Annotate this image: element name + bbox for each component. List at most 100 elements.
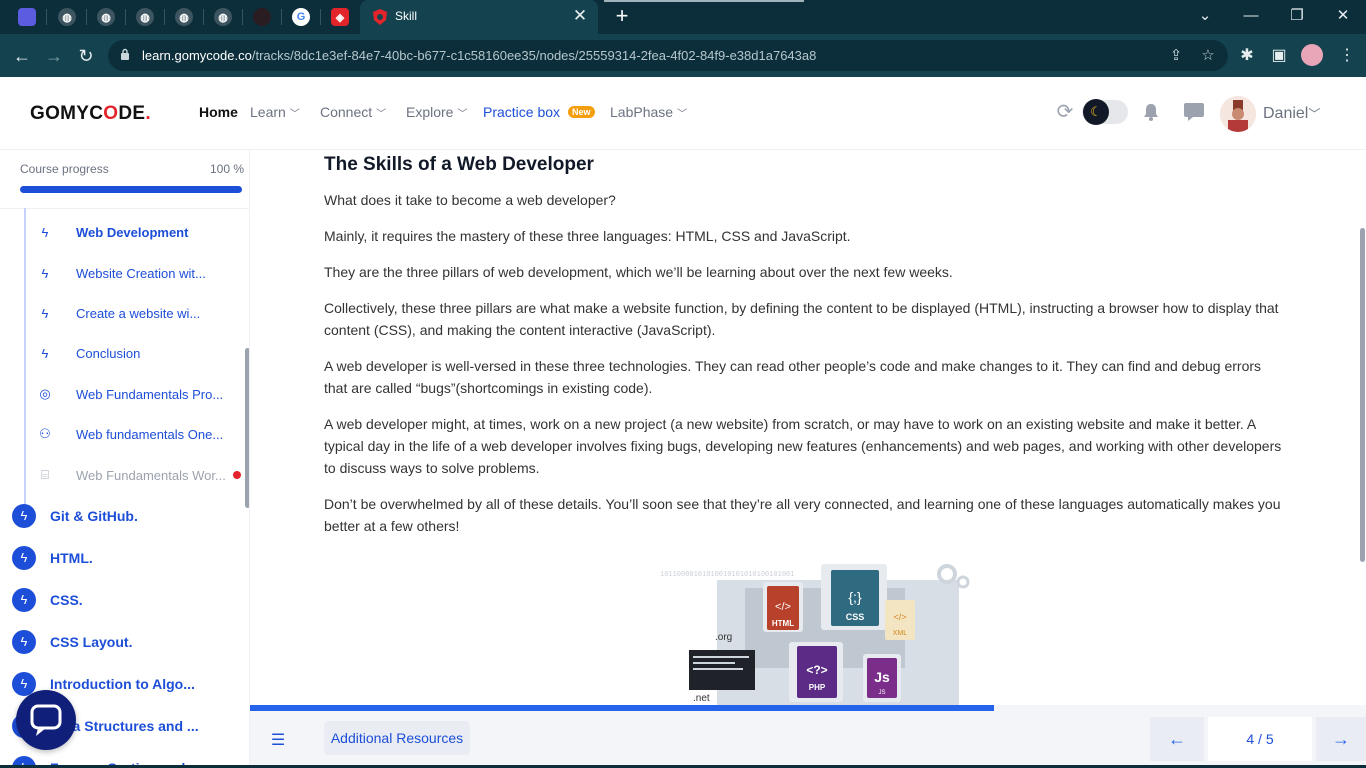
chevron-down-icon: ﹀: [1308, 107, 1321, 121]
active-tab[interactable]: Skill ✕: [360, 0, 598, 34]
share-icon[interactable]: ⇪: [1166, 46, 1186, 66]
tab-favicon-globe[interactable]: ◍: [214, 8, 232, 26]
sidebar-item-web-development[interactable]: ϟ Web Development: [36, 222, 241, 242]
nav-explore[interactable]: Explore ﹀: [406, 104, 467, 120]
chat-bubble-icon: [30, 704, 62, 736]
module-css-layout[interactable]: ϟ CSS Layout.: [12, 629, 242, 655]
svg-text:101100001010100101010101001010: 10110000101010010101010100101001: [660, 571, 794, 579]
tab-favicon-globe[interactable]: ◍: [136, 8, 154, 26]
tab-favicon-globe[interactable]: ◍: [97, 8, 115, 26]
chrome-menu-icon[interactable]: ⋮: [1336, 45, 1358, 67]
bolt-icon: ϟ: [12, 630, 36, 654]
minimize-button[interactable]: —: [1238, 5, 1264, 27]
nav-home[interactable]: Home: [199, 104, 238, 120]
reload-icon[interactable]: ↻: [73, 43, 99, 69]
paragraph: They are the three pillars of web develo…: [324, 264, 953, 280]
user-avatar[interactable]: [1220, 96, 1256, 132]
tab-strip: ◍ ◍ ◍ ◍ ◍ G ◈ Skill ✕ + ⌄ — ❐ ✕: [0, 0, 1366, 34]
target-icon: ◎: [39, 386, 51, 401]
svg-text:Js: Js: [874, 669, 890, 685]
svg-text:HTML: HTML: [772, 619, 794, 628]
previous-page-button[interactable]: ←: [1150, 717, 1204, 761]
svg-text:{;}: {;}: [848, 589, 862, 605]
course-sidebar: Course progress 100 % ϟ Web Development …: [0, 150, 250, 768]
paragraph: What does it take to become a web develo…: [324, 192, 616, 208]
web-languages-illustration: 10110000101010010101010100101001 </> HTM…: [660, 564, 970, 705]
tab-favicon-app[interactable]: [18, 8, 36, 26]
lock-icon: [121, 48, 129, 60]
bolt-icon: ϟ: [12, 504, 36, 528]
tab-favicon-dark[interactable]: [253, 8, 271, 26]
extensions-puzzle-icon[interactable]: ✱: [1236, 45, 1258, 67]
paragraph: A web developer is well-versed in these …: [324, 358, 1262, 396]
bookmark-star-icon[interactable]: ☆: [1198, 46, 1218, 66]
svg-text:<?>: <?>: [806, 663, 827, 677]
tab-strip-highlight: [604, 0, 804, 2]
browser-window: ◍ ◍ ◍ ◍ ◍ G ◈ Skill ✕ + ⌄ — ❐ ✕ ← → ↻ le…: [0, 0, 1366, 768]
sidebar-item-web-fundamentals-project[interactable]: ◎ Web Fundamentals Pro...: [36, 384, 241, 404]
bolt-icon: ϟ: [41, 224, 49, 240]
tab-favicon-globe[interactable]: ◍: [58, 8, 76, 26]
notification-bell-icon[interactable]: [1138, 99, 1164, 125]
tab-separator: [164, 9, 165, 25]
page-indicator: 4 / 5: [1208, 717, 1312, 761]
module-git-github[interactable]: ϟ Git & GitHub.: [12, 503, 242, 529]
moon-icon: ☾: [1083, 99, 1109, 125]
back-icon[interactable]: ←: [9, 43, 35, 69]
divider: [0, 208, 249, 209]
nav-learn[interactable]: Learn ﹀: [250, 104, 300, 120]
new-badge: New: [568, 106, 595, 118]
sidebar-item-create-website[interactable]: ϟ Create a website wi...: [36, 303, 241, 323]
content-scrollbar[interactable]: [1360, 228, 1365, 562]
tab-favicon-google[interactable]: G: [292, 8, 310, 26]
messages-icon[interactable]: [1181, 99, 1207, 125]
lesson-content: The Skills of a Web Developer What does …: [250, 150, 1366, 705]
tab-favicon-globe[interactable]: ◍: [175, 8, 193, 26]
people-icon: ⚇: [39, 426, 51, 441]
tab-separator: [86, 9, 87, 25]
sidebar-item-web-fundamentals-workshop[interactable]: ⌸ Web Fundamentals Wor...: [36, 465, 241, 485]
bolt-icon: ϟ: [12, 546, 36, 570]
lesson-footer: ☰ Additional Resources ← 4 / 5 →: [250, 705, 1366, 768]
module-html[interactable]: ϟ HTML.: [12, 545, 242, 571]
next-page-button[interactable]: →: [1316, 717, 1366, 761]
tab-separator: [242, 9, 243, 25]
chat-support-button[interactable]: [16, 690, 76, 750]
user-menu[interactable]: Daniel﹀: [1263, 105, 1320, 123]
gomycode-logo[interactable]: GOMYCODE.: [30, 103, 151, 125]
side-panel-icon[interactable]: ▣: [1268, 45, 1290, 67]
lesson-progress-bar: [250, 705, 995, 711]
tab-favicon-gomycode[interactable]: ◈: [331, 8, 349, 26]
additional-resources-button[interactable]: Additional Resources: [324, 721, 470, 755]
tab-separator: [125, 9, 126, 25]
address-bar[interactable]: learn.gomycode.co/tracks/8dc1e3ef-84e7-4…: [108, 40, 1228, 71]
chevron-down-icon: ﹀: [376, 108, 387, 120]
chevron-down-icon: ﹀: [289, 108, 300, 120]
browser-toolbar: ← → ↻ learn.gomycode.co/tracks/8dc1e3ef-…: [0, 34, 1366, 77]
forward-icon[interactable]: →: [41, 43, 67, 69]
nav-practice-box[interactable]: Practice box New: [483, 104, 595, 120]
nav-labphase[interactable]: LabPhase ﹀: [610, 104, 687, 120]
sidebar-item-website-creation[interactable]: ϟ Website Creation wit...: [36, 263, 241, 283]
svg-text:PHP: PHP: [809, 683, 826, 692]
restore-button[interactable]: ❐: [1284, 5, 1310, 27]
sidebar-item-web-fundamentals-one-on-one[interactable]: ⚇ Web fundamentals One...: [36, 424, 241, 444]
bolt-icon: ϟ: [12, 588, 36, 612]
module-css[interactable]: ϟ CSS.: [12, 587, 242, 613]
profile-avatar-icon[interactable]: [1301, 44, 1323, 66]
svg-text:</>: </>: [775, 601, 791, 613]
sidebar-item-conclusion[interactable]: ϟ Conclusion: [36, 343, 241, 363]
sync-icon[interactable]: ⟳: [1052, 99, 1078, 125]
nav-connect[interactable]: Connect ﹀: [320, 104, 386, 120]
tab-search-icon[interactable]: ⌄: [1192, 5, 1218, 27]
tab-separator: [203, 9, 204, 25]
dark-mode-toggle[interactable]: ☾: [1082, 99, 1128, 125]
tab-separator: [46, 9, 47, 25]
new-tab-button[interactable]: +: [610, 4, 634, 28]
svg-text:</>: </>: [893, 612, 906, 622]
table-of-contents-icon[interactable]: ☰: [264, 729, 292, 753]
close-window-button[interactable]: ✕: [1330, 5, 1356, 27]
tab-separator: [281, 9, 282, 25]
close-tab-icon[interactable]: ✕: [570, 6, 590, 26]
chevron-down-icon: ﹀: [457, 108, 468, 120]
